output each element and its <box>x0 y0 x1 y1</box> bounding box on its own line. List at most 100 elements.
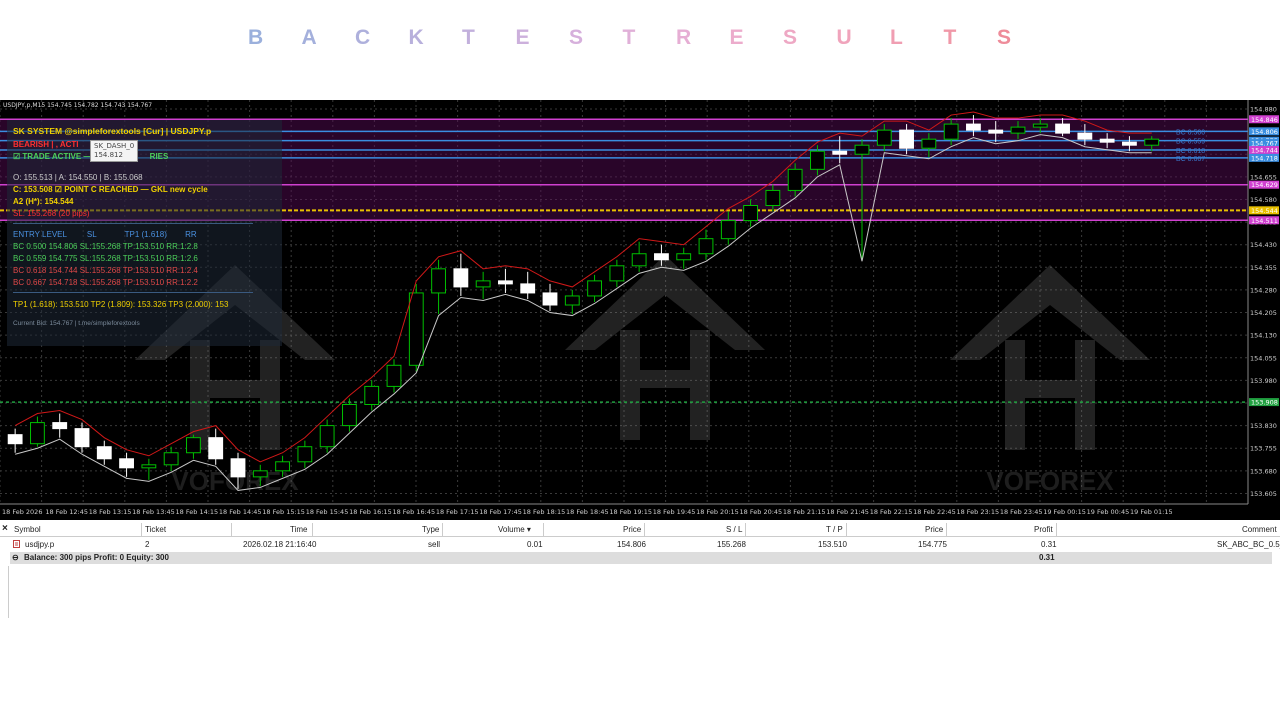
price-chart[interactable]: VOFOREX VOFOREX BC 0.500 BC 0.559 BC 0.618 BC… <box>0 100 1280 520</box>
candle-bull <box>587 280 602 297</box>
cell-volume: 0.01 <box>527 540 543 549</box>
time-tick-label: 19 Feb 01:15 <box>1130 508 1173 516</box>
candle-bull <box>1032 123 1048 128</box>
price-tick-label: 154.580 <box>1250 196 1277 204</box>
candle-bear <box>453 268 469 288</box>
time-tick-label: 18 Feb 12:45 <box>45 508 88 516</box>
candle-bull <box>30 422 45 445</box>
panel-sl: SL: 155.268 (20 pips) <box>13 209 90 218</box>
col-comment[interactable]: Comment <box>1242 525 1277 534</box>
column-separator <box>644 523 645 536</box>
close-icon[interactable]: × <box>2 523 8 534</box>
panel-point-c: C: 153.508 ☑ POINT C REACHED — GKL new c… <box>13 185 208 194</box>
price-badge-label: 153.908 <box>1251 399 1278 407</box>
col-symbol[interactable]: Symbol <box>14 525 41 534</box>
candle-bear <box>7 434 23 445</box>
column-separator <box>442 523 443 536</box>
price-tick-label: 153.680 <box>1250 467 1277 475</box>
time-tick-label: 18 Feb 2026 <box>2 508 42 516</box>
column-separator <box>946 523 947 536</box>
price-tick-label: 154.655 <box>1250 173 1277 181</box>
banner-letter: U <box>836 26 852 49</box>
banner-letter: C <box>355 26 371 49</box>
price-tick-label: 154.880 <box>1250 106 1277 114</box>
sk-dashboard-panel: SK SYSTEM @simpleforextools [Cur] | USDJ… <box>7 120 282 346</box>
candle-bull <box>408 292 424 366</box>
time-tick-label: 18 Feb 17:15 <box>436 508 479 516</box>
bc-level-label: BC 0.559 <box>1176 139 1205 146</box>
candle-bull <box>854 144 870 155</box>
col-tp[interactable]: T / P <box>826 525 843 534</box>
candle-bull <box>1144 138 1160 146</box>
col-volume[interactable]: Volume ▾ <box>498 525 531 534</box>
banner-letter: T <box>622 26 636 49</box>
sort-down-icon: ▾ <box>526 525 531 534</box>
cell-current-price: 154.775 <box>918 540 947 549</box>
candle-bull <box>720 220 736 240</box>
column-separator <box>312 523 313 536</box>
price-tick-label: 154.130 <box>1250 332 1277 340</box>
time-tick-label: 18 Feb 16:45 <box>392 508 435 516</box>
col-rr: RR <box>185 230 197 239</box>
candle-bull <box>475 280 491 288</box>
banner-letter: L <box>890 26 903 49</box>
candle-bull <box>186 437 201 454</box>
col-sl[interactable]: S / L <box>726 525 742 534</box>
candle-bear <box>654 253 669 261</box>
entry-row: BC 0.500 154.806 SL:155.268 TP:153.510 R… <box>13 242 198 251</box>
chart-symbol-header: USDJPY,p,M15 154.745 154.782 154.743 154… <box>3 102 153 109</box>
time-tick-label: 18 Feb 14:15 <box>176 508 219 516</box>
col-ticket[interactable]: Ticket <box>145 525 166 534</box>
balance-icon: ⊖ <box>12 553 19 562</box>
panel-title: SK SYSTEM @simpleforextools [Cur] | USDJ… <box>13 126 212 136</box>
bc-level-label: BC 0.667 <box>1176 156 1205 163</box>
candle-bull <box>698 238 714 255</box>
price-badge-label: 154.806 <box>1251 128 1278 136</box>
cell-comment: SK_ABC_BC_0.5_S <box>1217 540 1280 549</box>
banner-title: BACKTESTRESULTS <box>248 26 1051 50</box>
candle-bull <box>676 253 692 261</box>
col-time[interactable]: Time <box>290 525 307 534</box>
order-icon <box>13 540 20 550</box>
candle-bull <box>609 265 625 282</box>
candle-bear <box>96 446 112 460</box>
col-profit[interactable]: Profit <box>1034 525 1053 534</box>
cell-tp: 153.510 <box>818 540 847 549</box>
panel-bias: BEARISH | , ACTI <box>13 140 79 149</box>
panel-footer: Current Bid: 154.767 | t.me/simpleforext… <box>13 320 140 327</box>
col-current-price[interactable]: Price <box>925 525 943 534</box>
watermark-text: VOFOREX <box>986 466 1114 496</box>
candle-bear <box>832 150 848 155</box>
banner-letter: T <box>462 26 475 49</box>
candle-bear <box>119 458 134 469</box>
terminal-left-border <box>8 566 9 618</box>
price-badge-label: 154.718 <box>1251 154 1278 162</box>
banner-letter: R <box>676 26 692 49</box>
price-tick-label: 153.605 <box>1250 490 1277 498</box>
cell-sl: 155.268 <box>717 540 746 549</box>
candle-bull <box>319 425 335 448</box>
column-separator <box>543 523 544 536</box>
price-tick-label: 154.280 <box>1250 286 1277 294</box>
price-tick-label: 154.205 <box>1250 309 1277 317</box>
time-tick-label: 18 Feb 23:45 <box>1000 508 1043 516</box>
time-tick-label: 18 Feb 13:45 <box>132 508 175 516</box>
cell-time: 2026.02.18 21:16:40 <box>243 540 317 549</box>
time-tick-label: 18 Feb 22:15 <box>870 508 913 516</box>
banner-letter: S <box>997 26 1012 49</box>
cell-profit: 0.31 <box>1041 540 1057 549</box>
candle-bull <box>765 189 781 206</box>
col-price[interactable]: Price <box>623 525 641 534</box>
banner-letter: T <box>943 26 957 49</box>
time-tick-label: 19 Feb 00:15 <box>1043 508 1086 516</box>
column-separator <box>846 523 847 536</box>
candle-bear <box>542 292 558 306</box>
entry-row: BC 0.618 154.744 SL:155.268 TP:153.510 R… <box>13 266 198 275</box>
candle-bear <box>988 129 1004 134</box>
price-tick-label: 154.055 <box>1250 354 1277 362</box>
column-separator <box>231 523 232 536</box>
candle-bull <box>342 404 357 427</box>
col-type[interactable]: Type <box>422 525 439 534</box>
price-badge-label: 154.544 <box>1251 207 1278 215</box>
price-badge-label: 154.846 <box>1251 116 1278 124</box>
